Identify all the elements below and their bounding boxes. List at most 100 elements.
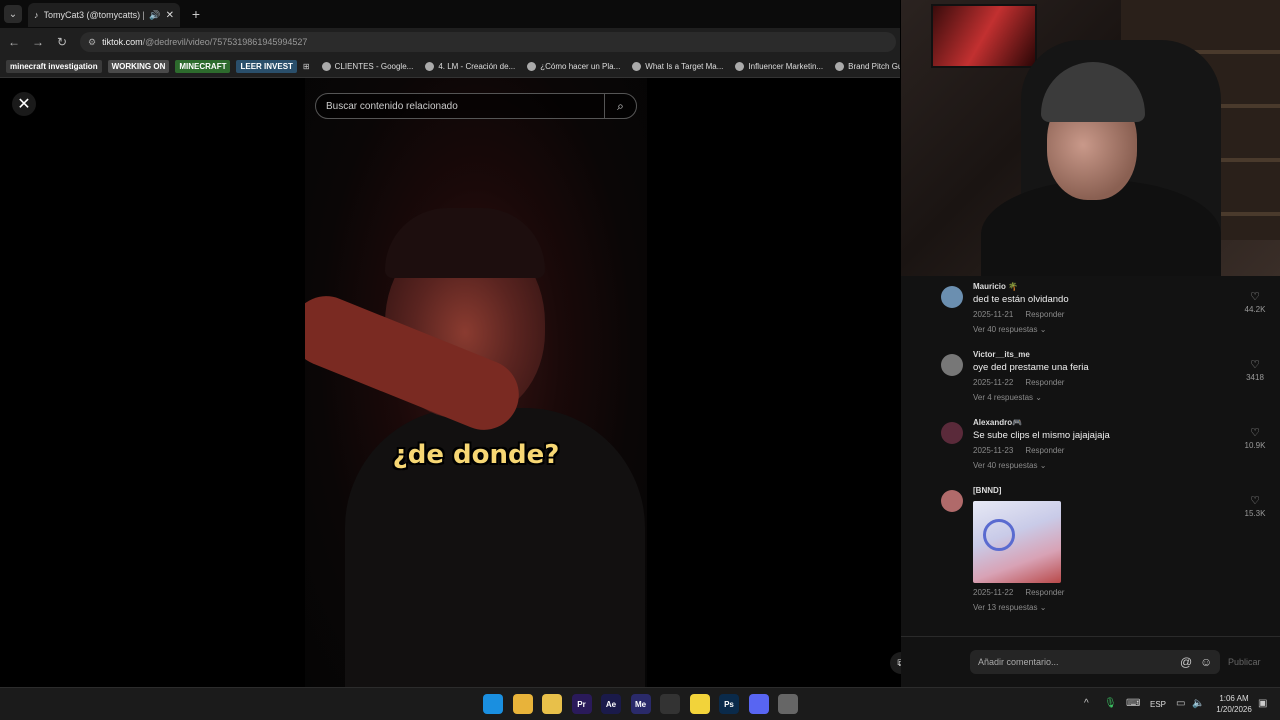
clock-time: 1:06 AM	[1219, 694, 1249, 703]
bookmark-link[interactable]: ¿Cómo hacer un Pla...	[527, 62, 620, 71]
site-info-icon[interactable]: ⚙	[88, 37, 96, 48]
comment-text: oye ded prestame una feria	[973, 362, 1089, 373]
bookmark-chip[interactable]: MINECRAFT	[175, 60, 231, 73]
tiktok-favicon-icon: ♪	[34, 10, 39, 20]
back-icon[interactable]: ←	[6, 34, 22, 50]
video-caption: ¿de donde?	[392, 440, 560, 470]
bookmark-favicon-icon	[835, 62, 845, 71]
taskbar-premiere-pro-icon[interactable]: Pr	[571, 694, 592, 714]
reply-button[interactable]: Responder	[1025, 588, 1064, 597]
keyboard-icon[interactable]: ⌨	[1126, 698, 1140, 709]
emoji-icon[interactable]: ☺	[1200, 655, 1212, 669]
bookmark-link[interactable]: CLIENTES - Google...	[321, 62, 413, 71]
avatar[interactable]	[941, 422, 963, 444]
bookmark-favicon-icon	[735, 62, 745, 71]
search-icon[interactable]: ⌕	[604, 94, 636, 118]
comment-item: Alexandro🎮 Se sube clips el mismo jajajaj…	[941, 418, 1275, 470]
taskbar-photoshop-icon[interactable]: Ps	[719, 694, 739, 714]
taskbar-chrome-icon[interactable]	[512, 694, 533, 714]
system-clock[interactable]: 1:06 AM 1/20/2026	[1212, 693, 1256, 715]
taskbar-settings-icon[interactable]	[778, 694, 798, 714]
bookmark-favicon-icon	[321, 62, 331, 71]
comment-input-placeholder: Añadir comentario...	[978, 657, 1059, 667]
close-video-button[interactable]: ✕	[12, 92, 36, 116]
browser-tab-active[interactable]: ♪ TomyCat3 (@tomycatts) | Ti 🔊 ✕	[28, 3, 180, 27]
like-button[interactable]: ♡ 15.3K	[1235, 494, 1275, 518]
taskbar-discord-icon[interactable]	[748, 694, 769, 714]
mention-icon[interactable]: @	[1180, 655, 1192, 669]
taskbar-obs-icon[interactable]	[660, 694, 680, 714]
bookmark-link[interactable]: What Is a Target Ma...	[632, 62, 723, 71]
bookmark-chip[interactable]: minecraft investigation	[6, 60, 102, 73]
language-indicator[interactable]: ESP	[1150, 700, 1166, 709]
comment-sticker-image[interactable]	[973, 501, 1061, 583]
tray-overflow-chevron-icon[interactable]: ^	[1084, 698, 1089, 709]
bookmark-favicon-icon	[632, 62, 642, 71]
avatar[interactable]	[941, 490, 963, 512]
bookmark-chip[interactable]: LEER INVEST	[236, 60, 297, 73]
like-button[interactable]: ♡ 10.9K	[1235, 426, 1275, 450]
like-count: 10.9K	[1244, 441, 1266, 450]
webcam-overlay	[901, 0, 1280, 276]
comment-date: 2025-11-23	[973, 446, 1014, 455]
speaker-icon[interactable]: 🔊	[149, 10, 160, 21]
chevron-down-icon: ⌄	[8, 8, 18, 20]
tab-close-icon[interactable]: ✕	[166, 10, 174, 21]
taskbar-sticky-notes-icon[interactable]	[689, 694, 710, 714]
network-icon[interactable]: ▭	[1176, 698, 1185, 709]
reply-button[interactable]: Responder	[1025, 310, 1064, 319]
bookmark-link[interactable]: Influencer Marketin...	[735, 62, 823, 71]
video-person-cap	[385, 208, 545, 278]
address-bar[interactable]: ⚙ tiktok.com/@dedrevil/video/75753198619…	[80, 32, 896, 52]
reload-icon[interactable]: ↻	[54, 34, 70, 50]
comment-item: Mauricio 🌴 ded te están olvidando 2025-11-…	[941, 282, 1275, 334]
comment-item: Victor__its_meoye ded prestame una feria…	[941, 350, 1275, 402]
url-path: /@dedrevil/video/7575319861945994527	[142, 37, 308, 47]
taskbar-windows-start-icon[interactable]	[483, 694, 503, 714]
reply-button[interactable]: Responder	[1025, 378, 1064, 387]
taskbar-after-effects-icon[interactable]: Ae	[601, 694, 621, 714]
comment-text: ded te están olvidando	[973, 294, 1069, 305]
view-replies-button[interactable]: Ver 40 respuestas ⌄	[973, 461, 1273, 470]
bookmark-favicon-icon	[425, 62, 435, 71]
heart-icon: ♡	[1250, 359, 1260, 371]
reply-button[interactable]: Responder	[1025, 446, 1064, 455]
tab-title: TomyCat3 (@tomycatts) | Ti	[43, 10, 145, 20]
comment-username[interactable]: Alexandro🎮	[973, 418, 1273, 427]
tab-search-menu-button[interactable]: ⌄	[4, 5, 22, 23]
like-button[interactable]: ♡ 44.2K	[1235, 290, 1275, 314]
view-replies-button[interactable]: Ver 13 respuestas ⌄	[973, 603, 1273, 612]
webcam-tv	[931, 4, 1037, 68]
notification-icon[interactable]: ▣	[1258, 698, 1267, 709]
heart-icon: ♡	[1250, 427, 1260, 439]
like-button[interactable]: ♡ 3418	[1235, 358, 1275, 382]
comment-date: 2025-11-21	[973, 310, 1014, 319]
clock-date: 1/20/2026	[1216, 705, 1252, 714]
bookmark-link[interactable]: Brand Pitch Gu	[835, 62, 900, 71]
taskbar-media-encoder-icon[interactable]: Me	[630, 694, 651, 714]
comment-username[interactable]: Mauricio 🌴	[973, 282, 1273, 291]
comment-text: Se sube clips el mismo jajajajaja	[973, 430, 1110, 441]
taskbar-file-explorer-icon[interactable]	[542, 694, 562, 714]
avatar[interactable]	[941, 286, 963, 308]
avatar[interactable]	[941, 354, 963, 376]
related-search-input[interactable]: Buscar contenido relacionado ⌕	[315, 93, 637, 119]
microphone-icon[interactable]: 🎙	[1104, 698, 1117, 709]
bookmark-chip[interactable]: WORKING ON	[107, 60, 170, 73]
bookmark-favicon-icon	[527, 62, 537, 71]
new-tab-button[interactable]: +	[188, 6, 204, 22]
view-replies-button[interactable]: Ver 40 respuestas ⌄	[973, 325, 1273, 334]
bookmark-link[interactable]: 4. LM - Creación de...	[425, 62, 515, 71]
video-player[interactable]	[305, 78, 647, 687]
bookmark-label: Influencer Marketin...	[748, 62, 824, 71]
view-replies-button[interactable]: Ver 4 respuestas ⌄	[973, 393, 1273, 402]
bookmark-label: ¿Cómo hacer un Pla...	[540, 62, 621, 71]
comment-username[interactable]: [BNND]	[973, 486, 1273, 495]
apps-grid-icon[interactable]: ⊞	[303, 62, 310, 71]
like-count: 44.2K	[1244, 305, 1266, 314]
publish-button[interactable]: Publicar	[1228, 657, 1261, 667]
forward-icon[interactable]: →	[30, 34, 46, 50]
volume-tray-icon[interactable]: 🔈	[1192, 698, 1204, 709]
heart-icon: ♡	[1250, 291, 1260, 303]
comment-username[interactable]: Victor__its_me	[973, 350, 1273, 359]
